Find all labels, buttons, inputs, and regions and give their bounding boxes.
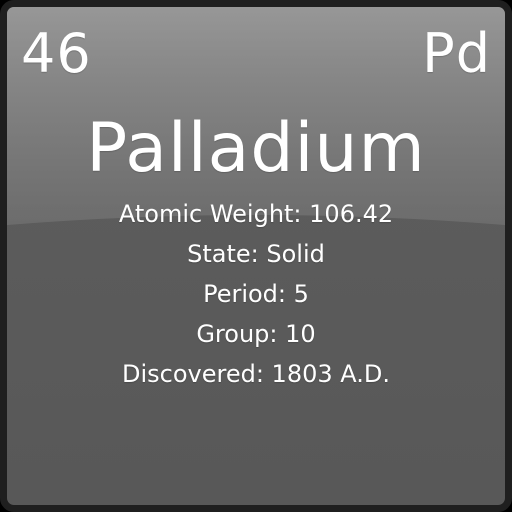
element-name: Palladium: [86, 109, 426, 188]
atomic-number: 46: [21, 22, 92, 85]
atomic-weight: Atomic Weight: 106.42: [118, 200, 394, 228]
discovered: Discovered: 1803 A.D.: [122, 360, 390, 388]
group: Group: 10: [196, 320, 316, 348]
period: Period: 5: [203, 280, 309, 308]
element-symbol: Pd: [422, 22, 491, 85]
state: State: Solid: [187, 240, 325, 268]
element-tile: 46 Pd Palladium Atomic Weight: 106.42 St…: [0, 0, 512, 512]
element-details: Atomic Weight: 106.42 State: Solid Perio…: [7, 194, 505, 394]
